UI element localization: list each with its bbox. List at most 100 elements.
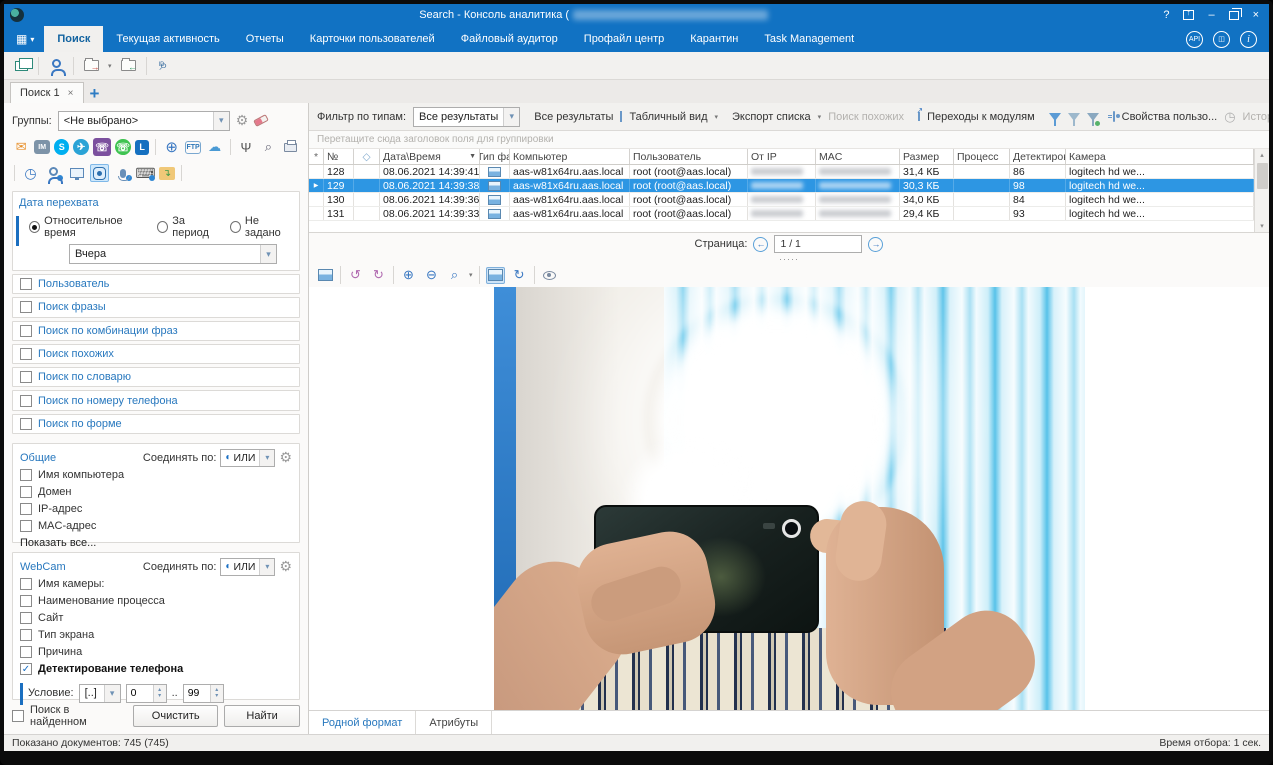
- condition-from-stepper[interactable]: 0 ▴▾: [126, 684, 167, 703]
- skype-icon[interactable]: S: [54, 139, 70, 155]
- common-settings-gear-icon[interactable]: ⚙: [279, 449, 292, 466]
- menu-tab-task-management[interactable]: Task Management: [751, 26, 867, 52]
- restore-button[interactable]: [1229, 11, 1239, 20]
- chevron-down-icon[interactable]: ▾: [213, 112, 229, 130]
- funnel-filled-icon[interactable]: [1049, 113, 1061, 121]
- menu-tab-profile-center[interactable]: Профайл центр: [571, 26, 677, 52]
- filter-section-phrase-combo[interactable]: Поиск по комбинации фраз: [12, 321, 300, 341]
- check-reason[interactable]: Причина: [20, 644, 292, 661]
- splitter-handle[interactable]: ·····: [309, 255, 1269, 263]
- cloud-icon[interactable]: ☁: [205, 138, 223, 156]
- chevron-down-icon[interactable]: ▾: [260, 245, 276, 263]
- checkbox-checked[interactable]: ✓: [20, 663, 32, 675]
- go-to-modules-button[interactable]: Переходы к модулям: [927, 111, 1035, 123]
- tab-attributes[interactable]: Атрибуты: [416, 711, 492, 734]
- all-results-button[interactable]: Все результаты: [534, 111, 613, 123]
- checkbox[interactable]: [20, 629, 32, 641]
- radio-not-set[interactable]: Не задано: [230, 215, 293, 239]
- tab-native-format[interactable]: Родной формат: [309, 711, 416, 734]
- checkbox[interactable]: [20, 646, 32, 658]
- chevron-down-icon[interactable]: ▾: [104, 685, 120, 702]
- close-button[interactable]: ×: [1253, 9, 1259, 21]
- tab-search-1[interactable]: Поиск 1 ×: [10, 82, 84, 103]
- chevron-down-icon[interactable]: ▾: [469, 271, 473, 279]
- checkbox[interactable]: [20, 469, 32, 481]
- menu-tab-reports[interactable]: Отчеты: [233, 26, 297, 52]
- checkbox[interactable]: [20, 503, 32, 515]
- groups-select[interactable]: <Не выбрано> ▾: [58, 111, 230, 131]
- checkbox[interactable]: [20, 418, 32, 430]
- condition-operator-select[interactable]: [..] ▾: [79, 684, 121, 703]
- check-screen-type[interactable]: Тип экрана: [20, 627, 292, 644]
- magnifier-icon[interactable]: ⌕: [446, 267, 463, 284]
- services-box-icon[interactable]: ◫: [1213, 31, 1230, 48]
- zoom-out-icon[interactable]: ⊖: [423, 267, 440, 284]
- monitor-icon[interactable]: [67, 164, 86, 182]
- printer-icon[interactable]: [282, 138, 300, 156]
- checkbox[interactable]: [20, 325, 32, 337]
- usb-icon[interactable]: Ψ: [237, 138, 255, 156]
- table-row-selected[interactable]: ▶ 129 08.06.2021 14:39:38 aas-w81x64ru.a…: [309, 179, 1254, 193]
- menu-tab-quarantine[interactable]: Карантин: [677, 26, 751, 52]
- chevron-down-icon[interactable]: ▾: [108, 62, 112, 70]
- checkbox[interactable]: [20, 278, 32, 290]
- filter-section-similar[interactable]: Поиск похожих: [12, 344, 300, 364]
- common-join-select[interactable]: ◐ ИЛИ ▾: [220, 449, 275, 467]
- check-mac-address[interactable]: MAC-адрес: [20, 518, 292, 535]
- app-menu-button[interactable]: ▦ ▾: [4, 26, 44, 52]
- webcam-icon-selected[interactable]: [90, 164, 109, 182]
- activity-clock-icon[interactable]: ◷: [21, 164, 40, 182]
- page-input[interactable]: 1 / 1: [774, 235, 862, 253]
- webcam-join-select[interactable]: ◐ ИЛИ ▾: [220, 558, 275, 576]
- header-filetype[interactable]: Тип фа: [480, 149, 510, 164]
- table-view-button[interactable]: Табличный вид: [629, 111, 707, 123]
- header-user[interactable]: Пользователь: [630, 149, 748, 164]
- tag-icon[interactable]: ◇: [354, 149, 380, 164]
- microphone-icon[interactable]: [113, 164, 132, 182]
- lync-icon[interactable]: L: [135, 140, 150, 155]
- filter-section-user[interactable]: Пользователь: [12, 274, 300, 294]
- filter-section-phrase[interactable]: Поиск фразы: [12, 297, 300, 317]
- search-by-id-icon[interactable]: ⌕ID: [155, 57, 173, 75]
- clear-button[interactable]: Очистить: [133, 705, 218, 727]
- table-row[interactable]: 128 08.06.2021 14:39:41 aas-w81x64ru.aas…: [309, 165, 1254, 179]
- export-list-button[interactable]: Экспорт списка: [732, 111, 811, 123]
- eye-icon[interactable]: [541, 267, 558, 284]
- tab-close-icon[interactable]: ×: [68, 88, 74, 99]
- checkbox[interactable]: [20, 486, 32, 498]
- rotate-right-icon[interactable]: ↻: [370, 267, 387, 284]
- type-filter-select[interactable]: Все результаты ▾: [413, 107, 520, 127]
- mail-icon[interactable]: ✉: [12, 138, 30, 156]
- slideshow-refresh-icon[interactable]: ↻: [511, 267, 528, 284]
- funnel-empty-icon[interactable]: [1068, 113, 1080, 121]
- add-tab-button[interactable]: +: [90, 85, 100, 103]
- viber-icon[interactable]: ☏: [93, 138, 111, 156]
- filter-section-dictionary[interactable]: Поиск по словарю: [12, 367, 300, 387]
- table-row[interactable]: 130 08.06.2021 14:39:36 aas-w81x64ru.aas…: [309, 193, 1254, 207]
- page-next-button[interactable]: →: [868, 237, 883, 252]
- relative-time-select[interactable]: Вчера ▾: [69, 244, 277, 264]
- check-site[interactable]: Сайт: [20, 610, 292, 627]
- show-all-link[interactable]: Показать все...: [20, 537, 292, 549]
- user-search-icon[interactable]: [47, 57, 65, 75]
- minimize-button[interactable]: –: [1208, 9, 1214, 21]
- menu-tab-file-auditor[interactable]: Файловый аудитор: [448, 26, 571, 52]
- rotate-left-icon[interactable]: ↺: [347, 267, 364, 284]
- checkbox[interactable]: [20, 578, 32, 590]
- search-in-found-checkbox[interactable]: [12, 710, 24, 722]
- check-ip-address[interactable]: IP-адрес: [20, 501, 292, 518]
- chevron-down-icon[interactable]: ▾: [503, 108, 519, 126]
- header-mac[interactable]: MAC: [816, 149, 900, 164]
- user-properties-button[interactable]: Свойства пользо...: [1122, 111, 1218, 123]
- radio-period[interactable]: За период: [157, 215, 220, 239]
- filter-section-phone-number[interactable]: Поиск по номеру телефона: [12, 390, 300, 410]
- header-size[interactable]: Размер: [900, 149, 954, 164]
- chevron-down-icon[interactable]: ▾: [259, 559, 274, 575]
- header-detected[interactable]: Детектирова: [1010, 149, 1066, 164]
- menu-tab-search[interactable]: Поиск: [44, 26, 103, 52]
- checkbox[interactable]: [20, 348, 32, 360]
- fit-image-button-selected[interactable]: [486, 267, 505, 284]
- filter-section-form[interactable]: Поиск по форме: [12, 414, 300, 434]
- header-num[interactable]: №: [324, 149, 354, 164]
- page-prev-button[interactable]: ←: [753, 237, 768, 252]
